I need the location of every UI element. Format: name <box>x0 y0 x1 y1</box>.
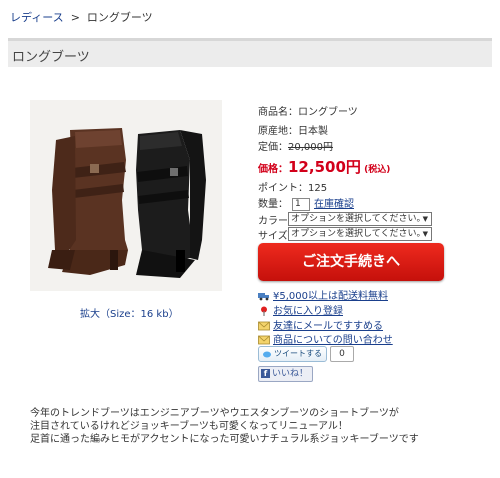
list-price-value: 20,000円 <box>288 142 333 153</box>
list-price-label: 定価： <box>258 142 288 153</box>
boots-image <box>30 100 222 291</box>
color-select-value: オプションを選択してください。 <box>291 214 426 224</box>
mail-icon <box>258 321 270 331</box>
page-title: ロングブーツ <box>12 50 90 65</box>
quantity-input[interactable]: 1 <box>292 197 310 211</box>
shipping-row: ¥5,000以上は配送料無料 <box>258 287 388 302</box>
list-price: 定価：20,000円 <box>258 138 333 153</box>
mail-icon <box>258 335 270 345</box>
tweet-count: 0 <box>330 346 354 362</box>
tweet-button[interactable]: ツイートする <box>258 346 327 362</box>
favorite-row: お気に入り登録 <box>258 302 343 317</box>
tweet-label: ツイートする <box>274 349 322 358</box>
quantity-row: 数量： 1 在庫確認 <box>258 195 354 211</box>
inquiry-link[interactable]: 商品についての問い合わせ <box>273 335 393 346</box>
order-button[interactable]: ご注文手続きへ <box>258 243 444 281</box>
color-label: カラー <box>258 216 288 227</box>
chevron-down-icon: ▼ <box>422 230 428 238</box>
size-select-value: オプションを選択してください。 <box>291 229 426 239</box>
recommend-row: 友達にメールですすめる <box>258 317 383 332</box>
product-description: 今年のトレンドブーツはエンジニアブーツやウエスタンブーツのショートブーツが 注目… <box>30 407 419 446</box>
favorite-link[interactable]: お気に入り登録 <box>273 306 343 317</box>
product-name: 商品名：ロングブーツ <box>258 107 358 118</box>
size-label: サイズ <box>258 231 288 242</box>
breadcrumb: レディース > ロングブーツ <box>10 9 153 25</box>
price-label: 価格： <box>258 164 288 175</box>
pin-icon <box>261 306 267 316</box>
description-line: 今年のトレンドブーツはエンジニアブーツやウエスタンブーツのショートブーツが <box>30 408 399 419</box>
breadcrumb-current: ロングブーツ <box>86 11 153 24</box>
quantity-label: 数量： <box>258 199 288 210</box>
facebook-icon: f <box>261 369 270 378</box>
like-label: いいね！ <box>272 369 309 379</box>
points: ポイント：125 <box>258 183 328 194</box>
tax-note: (税込) <box>364 165 391 175</box>
sale-price: 価格：12,500円 (税込) <box>258 156 390 177</box>
like-button[interactable]: f いいね！ <box>258 366 314 382</box>
size-select[interactable]: オプションを選択してください。 ▼ <box>288 227 432 241</box>
description-line: 注目されているけれどジョッキーブーツも可愛くなってリニューアル！ <box>30 421 348 432</box>
breadcrumb-separator: > <box>70 11 80 24</box>
twitter-bird-icon <box>263 351 271 357</box>
product-image[interactable] <box>30 100 222 291</box>
zoom-link[interactable]: 拡大（Size：16 kb） <box>80 305 179 320</box>
product-origin: 原産地：日本製 <box>258 126 328 137</box>
price-value: 12,500円 <box>288 158 361 176</box>
inquiry-row: 商品についての問い合わせ <box>258 331 393 346</box>
title-bar: ロングブーツ <box>8 41 492 67</box>
description-line: 足首に通った編みヒモがアクセントになった可愛いナチュラル系ジョッキーブーツです <box>30 434 419 445</box>
shipping-link[interactable]: ¥5,000以上は配送料無料 <box>273 291 388 302</box>
chevron-down-icon: ▼ <box>422 215 428 223</box>
color-select[interactable]: オプションを選択してください。 ▼ <box>288 212 432 226</box>
breadcrumb-link-ladies[interactable]: レディース <box>10 11 64 24</box>
stock-check-link[interactable]: 在庫確認 <box>314 199 354 210</box>
truck-icon <box>258 293 269 301</box>
